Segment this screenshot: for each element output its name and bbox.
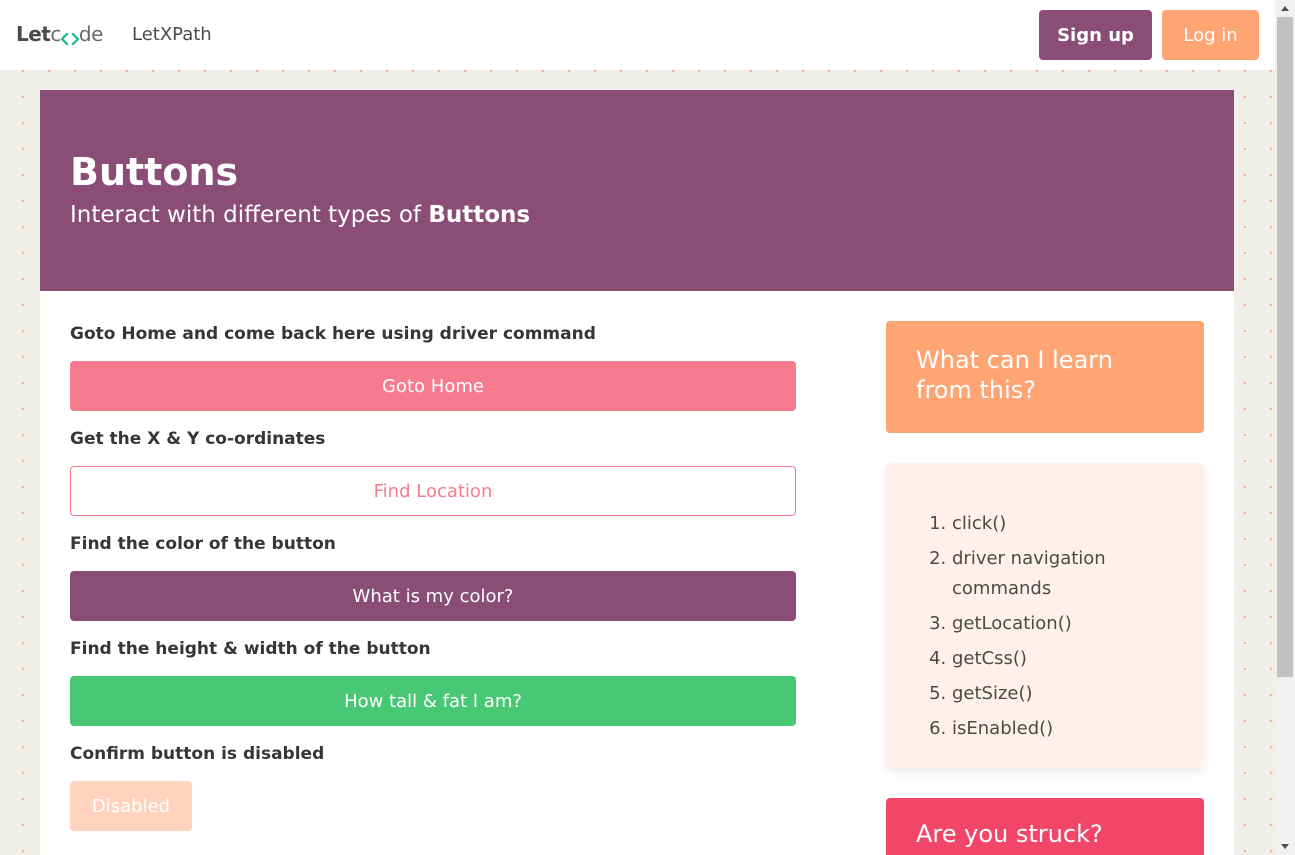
struck-card: Are you struck? bbox=[886, 798, 1204, 855]
list-item: click() bbox=[952, 509, 1180, 539]
page-title: Buttons bbox=[70, 150, 239, 194]
login-button[interactable]: Log in bbox=[1162, 10, 1259, 60]
what-is-my-color-button[interactable]: What is my color? bbox=[70, 571, 796, 621]
list-item: getCss() bbox=[952, 644, 1180, 674]
section-label-home: Goto Home and come back here using drive… bbox=[70, 324, 596, 344]
subtitle-text: Interact with different types of bbox=[70, 202, 429, 228]
navbar: Let c de LetXPath Sign up Log in bbox=[0, 0, 1275, 70]
section-label-size: Find the height & width of the button bbox=[70, 639, 431, 659]
goto-home-button[interactable]: Goto Home bbox=[70, 361, 796, 411]
page-subtitle: Interact with different types of Buttons bbox=[70, 202, 530, 228]
section-label-location: Get the X & Y co-ordinates bbox=[70, 429, 326, 449]
scroll-down-arrow-icon[interactable] bbox=[1275, 838, 1295, 855]
list-item: getLocation() bbox=[952, 609, 1180, 639]
nav-item-letxpath[interactable]: LetXPath bbox=[132, 24, 212, 45]
hero-banner: Buttons Interact with different types of… bbox=[40, 90, 1234, 291]
main-content: Goto Home and come back here using drive… bbox=[40, 291, 1234, 855]
learn-list-card: click() driver navigation commands getLo… bbox=[886, 463, 1204, 768]
logo[interactable]: Let c de bbox=[16, 22, 103, 46]
signup-button[interactable]: Sign up bbox=[1039, 10, 1152, 60]
scroll-thumb[interactable] bbox=[1277, 17, 1293, 677]
section-label-disabled: Confirm button is disabled bbox=[70, 744, 325, 764]
section-label-color: Find the color of the button bbox=[70, 534, 336, 554]
list-item: isEnabled() bbox=[952, 714, 1180, 744]
list-item: getSize() bbox=[952, 679, 1180, 709]
code-icon bbox=[60, 27, 80, 46]
logo-let: Let bbox=[16, 22, 51, 46]
logo-de: de bbox=[78, 22, 104, 46]
list-item: driver navigation commands bbox=[952, 544, 1180, 604]
learn-list: click() driver navigation commands getLo… bbox=[930, 509, 1180, 749]
scroll-up-arrow-icon[interactable] bbox=[1275, 0, 1295, 17]
how-tall-fat-button[interactable]: How tall & fat I am? bbox=[70, 676, 796, 726]
disabled-button: Disabled bbox=[70, 781, 192, 831]
find-location-button[interactable]: Find Location bbox=[70, 466, 796, 516]
learn-card: What can I learn from this? bbox=[886, 321, 1204, 433]
scrollbar[interactable] bbox=[1275, 0, 1295, 855]
logo-c: c bbox=[50, 22, 61, 46]
subtitle-bold: Buttons bbox=[428, 202, 531, 228]
